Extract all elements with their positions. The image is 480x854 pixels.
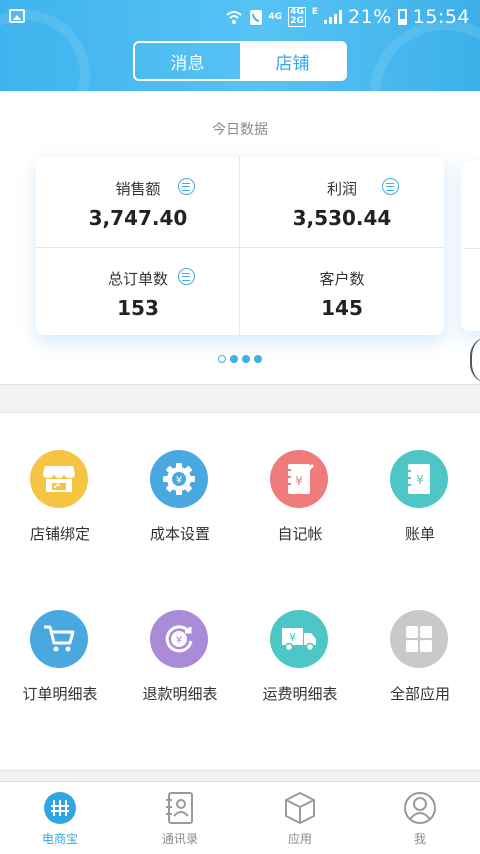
app-label: 成本设置: [149, 525, 210, 543]
app-self-bookkeeping[interactable]: ¥ 自记帐: [240, 450, 360, 560]
truck-icon: ¥: [270, 610, 328, 668]
signal-icon: [324, 10, 342, 24]
app-bill[interactable]: ¥ 账单: [360, 450, 480, 560]
svg-text:¥: ¥: [416, 473, 424, 487]
svg-text:¥: ¥: [289, 631, 296, 644]
svg-text:¥: ¥: [176, 475, 182, 486]
stat-total-orders[interactable]: 总订单数 153: [36, 247, 240, 336]
section-separator: [0, 384, 480, 413]
battery-icon: [397, 9, 407, 25]
stat-label: 销售额: [115, 180, 161, 198]
page-dot: [230, 355, 238, 363]
network-e-label: E: [311, 7, 318, 17]
nav-tab-apps[interactable]: 应用: [240, 782, 360, 854]
segment-control: 消息 店铺: [133, 41, 347, 81]
network-2g-label: 2G: [290, 16, 304, 26]
stat-customers[interactable]: 客户数 145: [240, 247, 444, 336]
tab-shop[interactable]: 店铺: [240, 43, 345, 79]
tab-messages[interactable]: 消息: [135, 43, 240, 79]
nav-label: 我: [413, 832, 426, 846]
clock: 15:54: [412, 6, 470, 28]
stat-value: 3,747.40: [88, 206, 188, 230]
notebook-yuan-icon: ¥: [270, 450, 328, 508]
nav-label: 应用: [287, 832, 312, 846]
app-label: 退款明细表: [142, 685, 218, 703]
battery-percent: 21%: [348, 6, 392, 28]
header: 4G 4G 2G E 21% 15:54 消息 店铺: [0, 0, 480, 91]
bottom-nav: 电商宝 通讯录 应用 我: [0, 781, 480, 854]
app-shipping-details[interactable]: ¥ 运费明细表: [240, 610, 360, 720]
stat-sales[interactable]: 销售额 3,747.40: [36, 157, 240, 246]
screen-edge: [470, 336, 480, 384]
stat-profit[interactable]: 利润 3,530.44: [240, 157, 444, 246]
app-label: 订单明细表: [22, 685, 98, 703]
refund-icon: ¥: [150, 610, 208, 668]
nav-label: 电商宝: [41, 832, 78, 846]
nav-tab-dianshangbao[interactable]: 电商宝: [0, 782, 120, 854]
stats-card[interactable]: 销售额 3,747.40 利润 3,530.44 总订单数 153 客户数 14…: [36, 157, 444, 335]
status-bar: 4G 4G 2G E 21% 15:54: [0, 0, 480, 34]
wifi-call-icon: [225, 11, 242, 24]
app-label: 店铺绑定: [29, 525, 90, 543]
bill-icon: ¥: [390, 450, 448, 508]
user-icon: [400, 790, 440, 826]
app-cost-settings[interactable]: ¥ 成本设置: [120, 450, 240, 560]
network-type-label: 4G: [268, 11, 283, 22]
nav-tab-me[interactable]: 我: [360, 782, 480, 854]
stat-label: 利润: [326, 180, 357, 198]
app-store-binding[interactable]: 店铺绑定: [0, 450, 120, 560]
store-icon: [30, 450, 88, 508]
contacts-icon: [160, 790, 200, 826]
today-data-title: 今日数据: [212, 122, 268, 138]
network-stack: 4G 2G: [288, 7, 306, 27]
grid-icon: [390, 610, 448, 668]
cart-icon: [30, 610, 88, 668]
phone-icon: [249, 9, 262, 25]
svg-text:¥: ¥: [295, 474, 303, 488]
stat-value: 153: [117, 296, 159, 320]
home-abacus-icon: [40, 790, 80, 826]
page-indicator: [218, 355, 262, 363]
next-stats-card[interactable]: [461, 161, 480, 331]
app-refund-details[interactable]: ¥ 退款明细表: [120, 610, 240, 720]
stat-label: 客户数: [319, 270, 365, 288]
gallery-notification-icon: [9, 9, 25, 23]
page-dot: [218, 355, 226, 363]
svg-text:¥: ¥: [176, 635, 182, 646]
app-label: 全部应用: [389, 685, 450, 703]
nav-tab-contacts[interactable]: 通讯录: [120, 782, 240, 854]
app-all-apps[interactable]: 全部应用: [360, 610, 480, 720]
list-icon[interactable]: [178, 178, 195, 195]
app-label: 账单: [404, 525, 435, 543]
page-dot: [242, 355, 250, 363]
list-icon[interactable]: [178, 268, 195, 285]
section-separator: [0, 770, 480, 781]
cube-icon: [280, 790, 320, 826]
stat-value: 3,530.44: [292, 206, 392, 230]
stat-label: 总订单数: [107, 270, 168, 288]
gear-yuan-icon: ¥: [150, 450, 208, 508]
nav-label: 通讯录: [161, 832, 198, 846]
app-label: 运费明细表: [262, 685, 338, 703]
list-icon[interactable]: [382, 178, 399, 195]
app-order-details[interactable]: 订单明细表: [0, 610, 120, 720]
stat-value: 145: [321, 296, 363, 320]
page-dot: [254, 355, 262, 363]
app-label: 自记帐: [277, 525, 323, 543]
